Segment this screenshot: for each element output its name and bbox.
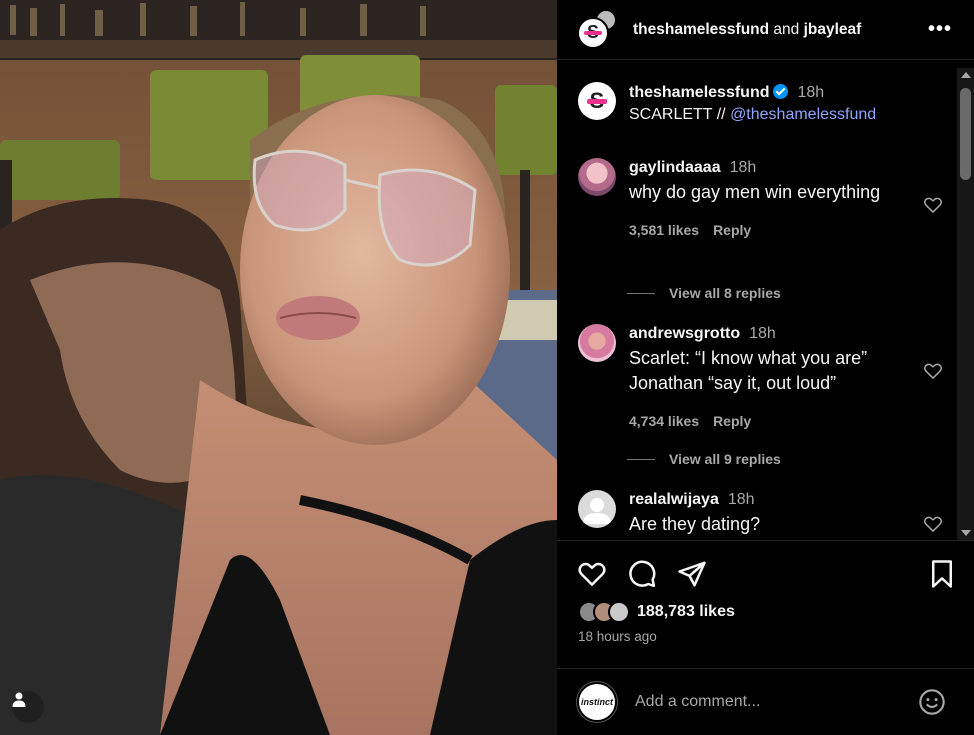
likes-summary[interactable]: 188,783 likes [578,601,735,623]
coauthor-link[interactable]: jbayleaf [804,21,862,38]
photo-illustration [0,0,557,735]
comments-scrollbar[interactable] [957,68,974,540]
comment-icon[interactable] [627,559,657,589]
comment-item: realalwijaya 18h Are they dating? [578,490,953,537]
divider [627,292,655,294]
emoji-icon[interactable] [918,688,946,716]
bookmark-icon[interactable] [927,559,957,589]
instinct-logo: instinct [580,697,613,707]
post-photo[interactable] [0,0,557,735]
collab-avatars[interactable]: S [577,8,617,49]
verified-badge-icon [773,84,789,99]
avatar[interactable]: S [578,82,616,120]
avatar[interactable] [578,158,616,196]
comment-text: Scarlet: “I know what you are” Jonathan … [629,348,868,393]
comment-item: gaylindaaaa 18h why do gay men win everyt… [578,158,953,243]
more-icon[interactable]: ••• [928,18,952,41]
share-icon[interactable] [677,559,707,589]
view-replies-button[interactable]: View all 9 replies [627,451,781,467]
post-authors: theshamelessfund and jbayleaf [633,21,861,39]
comment-text: Are they dating? [629,514,761,534]
scroll-up-icon[interactable] [961,72,971,78]
author-link[interactable]: theshamelessfund [633,21,769,38]
avatar [608,601,630,623]
and-text: and [773,20,800,38]
caption-text: SCARLETT // [629,106,731,123]
likes-count[interactable]: 188,783 likes [637,603,735,621]
heart-icon[interactable] [923,195,943,215]
shameless-logo: S [583,22,603,42]
post-header: S theshamelessfund and jbayleaf ••• [557,0,974,60]
tagged-people-button[interactable] [12,691,44,723]
divider [627,458,655,460]
comment-likes[interactable]: 3,581 likes [629,222,699,238]
scroll-down-icon[interactable] [961,530,971,536]
person-icon [12,692,26,707]
comment-username[interactable]: realalwijaya [629,491,719,508]
comment-username[interactable]: gaylindaaaa [629,159,721,176]
comment-likes[interactable]: 4,734 likes [629,413,699,429]
view-replies-label[interactable]: View all 8 replies [669,285,781,301]
comment-input[interactable] [635,693,895,711]
reply-button[interactable]: Reply [713,222,751,238]
caption-time[interactable]: 18h [797,84,824,101]
post-timestamp[interactable]: 18 hours ago [578,629,657,644]
heart-icon[interactable] [577,559,607,589]
view-replies-label[interactable]: View all 9 replies [669,451,781,467]
avatar[interactable] [578,490,616,528]
current-user-avatar[interactable]: instinct [576,681,618,723]
scroll-thumb[interactable] [960,88,971,180]
comment-time[interactable]: 18h [730,159,757,176]
post-side-panel: S theshamelessfund and jbayleaf ••• S th… [557,0,974,735]
comment-text: why do gay men win everything [629,182,881,202]
avatar[interactable] [578,324,616,362]
comment-time[interactable]: 18h [728,491,755,508]
comment-item: andrewsgrotto 18h Scarlet: “I know what y… [578,324,953,434]
view-replies-button[interactable]: View all 8 replies [627,285,781,301]
heart-icon[interactable] [923,361,943,381]
caption-username[interactable]: theshamelessfund [629,84,769,101]
reply-button[interactable]: Reply [713,413,751,429]
shameless-logo: S [586,88,607,113]
add-comment-bar: instinct [557,668,974,735]
heart-icon[interactable] [923,514,943,534]
default-avatar-icon [583,498,611,524]
avatar-theshamelessfund[interactable]: S [577,16,609,49]
caption-mention[interactable]: @theshamelessfund [730,106,876,123]
comment-time[interactable]: 18h [749,325,776,342]
post-actions: 188,783 likes 18 hours ago [557,540,974,680]
post-caption: S theshamelessfund 18h SCARLETT // @thesh… [578,82,876,126]
comment-username[interactable]: andrewsgrotto [629,325,740,342]
comments-list[interactable]: S theshamelessfund 18h SCARLETT // @thesh… [557,61,974,540]
